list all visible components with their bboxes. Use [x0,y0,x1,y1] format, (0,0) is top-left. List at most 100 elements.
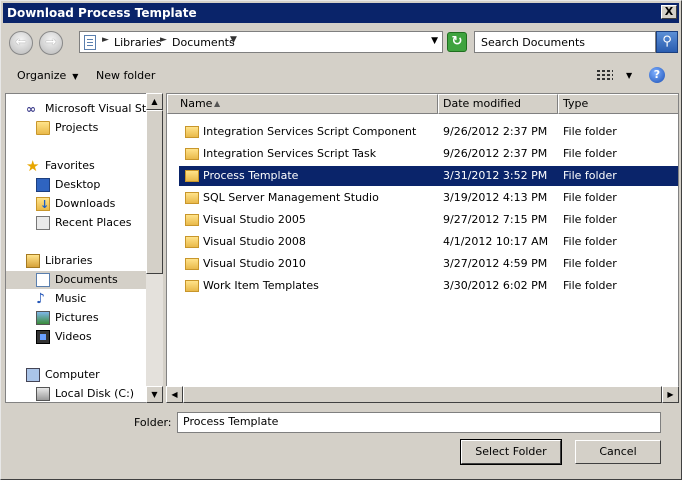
file-name: SQL Server Management Studio [203,191,379,204]
file-row[interactable]: Visual Studio 2010 3/27/2012 4:59 PM Fil… [179,254,678,274]
view-options-icon[interactable] [597,69,613,82]
pictures-icon [36,311,50,325]
address-bar[interactable]: ► Libraries ► Documents ▼ ▼ [79,31,443,53]
back-button[interactable]: ← [9,31,33,55]
cancel-button[interactable]: Cancel [575,440,661,464]
address-history-chevron-icon[interactable]: ▼ [431,36,438,46]
file-type: File folder [563,279,617,292]
column-header-date[interactable]: Date modified [438,94,558,114]
dialog-window: Download Process Template X ← → ► Librar… [0,0,682,480]
back-arrow-icon: ← [15,35,27,50]
column-header-label: Type [563,97,589,110]
scroll-down-button[interactable]: ▼ [146,386,163,403]
nav-item-recent-places[interactable]: Recent Places [6,214,147,232]
folder-icon [185,214,199,226]
search-icon: ⚲ [662,34,672,49]
nav-item-local-disk[interactable]: Local Disk (C:) [6,385,147,402]
file-row[interactable]: Visual Studio 2008 4/1/2012 10:17 AM Fil… [179,232,678,252]
nav-item-documents[interactable]: Documents [6,271,147,289]
horizontal-scroll-thumb[interactable] [183,386,662,403]
scroll-up-button[interactable]: ▲ [146,93,163,110]
close-button[interactable]: X [661,5,677,19]
videos-icon [36,330,50,344]
scroll-left-button[interactable]: ◀ [166,386,183,403]
nav-item-downloads[interactable]: Downloads [6,195,147,214]
file-row[interactable]: Integration Services Script Task 9/26/20… [179,144,678,164]
new-folder-button[interactable]: New folder [96,69,155,82]
downloads-icon [36,196,50,214]
file-date: 9/27/2012 7:15 PM [443,213,548,226]
refresh-button[interactable]: ↻ [447,32,467,52]
organize-label: Organize [17,69,67,82]
chevron-down-icon: ▼ [72,72,79,81]
nav-item-libraries[interactable]: Libraries [6,252,147,270]
file-date: 9/26/2012 2:37 PM [443,147,548,160]
folder-icon [185,192,199,204]
select-folder-button[interactable]: Select Folder [460,439,562,465]
recent-places-icon [36,216,50,230]
folder-icon [185,258,199,270]
forward-button[interactable]: → [39,31,63,55]
nav-item-label: Local Disk (C:) [55,387,135,400]
nav-item-visual-studio[interactable]: ∞ Microsoft Visual Studi [6,100,162,118]
file-type: File folder [563,125,617,138]
sort-ascending-icon: ▲ [214,99,221,108]
nav-item-label: Pictures [55,311,99,324]
nav-item-desktop[interactable]: Desktop [6,176,147,194]
search-button[interactable]: ⚲ [656,31,678,53]
file-type: File folder [563,169,617,182]
breadcrumb-separator-icon[interactable]: ► [102,35,109,45]
nav-item-favorites[interactable]: ★ Favorites [6,157,147,175]
file-name: Process Template [203,169,299,182]
nav-item-label: Recent Places [55,216,132,229]
scroll-thumb[interactable] [146,110,163,274]
breadcrumb-separator-icon[interactable]: ▼ [230,35,237,45]
file-row-selected[interactable]: Process Template 3/31/2012 3:52 PM File … [179,166,678,186]
organize-menu[interactable]: Organize ▼ [17,69,78,82]
desktop-icon [36,178,50,192]
visual-studio-icon: ∞ [26,102,36,116]
music-icon: ♪ [36,291,45,307]
nav-item-label: Projects [55,121,99,134]
help-icon[interactable]: ? [649,67,665,83]
nav-item-music[interactable]: ♪ Music [6,290,147,308]
file-name: Work Item Templates [203,279,319,292]
file-name: Integration Services Script Task [203,147,377,160]
nav-item-computer[interactable]: Computer [6,366,147,384]
file-type: File folder [563,147,617,160]
file-type: File folder [563,213,617,226]
file-date: 3/19/2012 4:13 PM [443,191,548,204]
window-title: Download Process Template [7,6,197,20]
close-icon: X [664,5,674,18]
view-chevron-down-icon[interactable]: ▼ [626,71,632,80]
documents-icon [36,273,50,287]
file-row[interactable]: Work Item Templates 3/30/2012 6:02 PM Fi… [179,276,678,296]
nav-item-pictures[interactable]: Pictures [6,309,147,327]
navigation-scrollbar[interactable]: ▲ ▼ [146,93,163,403]
column-header-type[interactable]: Type [558,94,678,114]
nav-item-projects[interactable]: Projects [6,119,147,137]
folder-input[interactable]: Process Template [177,412,661,433]
nav-item-label: Documents [55,273,118,286]
star-icon: ★ [26,157,40,175]
file-date: 3/27/2012 4:59 PM [443,257,548,270]
breadcrumb-libraries[interactable]: Libraries [114,36,162,49]
breadcrumb-documents[interactable]: Documents [172,36,235,49]
file-row[interactable]: Visual Studio 2005 9/27/2012 7:15 PM Fil… [179,210,678,230]
forward-arrow-icon: → [45,35,57,50]
scroll-right-button[interactable]: ▶ [662,386,679,403]
folder-icon [185,236,199,248]
navigation-pane[interactable]: ∞ Microsoft Visual Studi Projects ★ Favo… [5,93,163,403]
file-date: 9/26/2012 2:37 PM [443,125,548,138]
file-row[interactable]: SQL Server Management Studio 3/19/2012 4… [179,188,678,208]
nav-item-videos[interactable]: Videos [6,328,147,346]
title-bar[interactable]: Download Process Template X [3,3,679,23]
breadcrumb-separator-icon[interactable]: ► [160,35,167,45]
file-row[interactable]: Integration Services Script Component 9/… [179,122,678,142]
horizontal-scrollbar[interactable]: ◀ ▶ [166,386,679,403]
file-list[interactable]: Name ▲ Date modified Type Integration Se… [166,93,679,403]
library-icon [26,254,40,268]
column-header-name[interactable]: Name ▲ [167,94,438,114]
search-input[interactable]: Search Documents [474,31,656,53]
column-header-label: Date modified [443,97,521,110]
